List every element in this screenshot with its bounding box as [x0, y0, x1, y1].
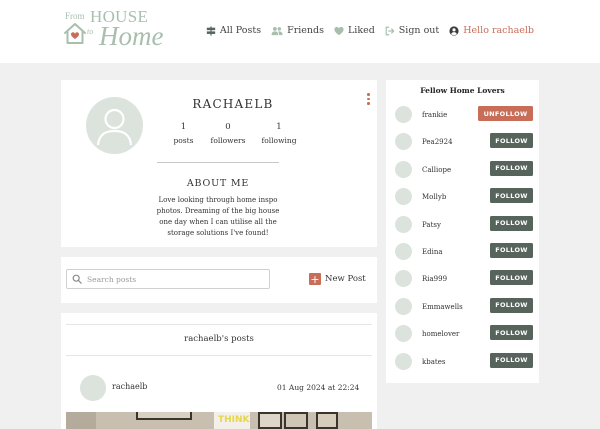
fellow-name[interactable]: Mollyb	[422, 193, 446, 201]
posts-divider-bottom	[66, 355, 372, 356]
follow-button[interactable]: FOLLOW	[490, 215, 533, 231]
follow-button[interactable]: FOLLOW	[490, 297, 533, 313]
post-author-avatar[interactable]	[80, 375, 106, 401]
nav-hello-label: Hello rachaelb	[463, 25, 534, 36]
posts-card: rachaelb's posts rachaelb 01 Aug 2024 at…	[61, 313, 377, 429]
fellow-list: frankie UNFOLLOW Pea2924 FOLLOW Calliope…	[386, 104, 539, 378]
logo-home-text: Home	[99, 21, 164, 51]
logo-from-text: From	[65, 11, 85, 21]
fellow-avatar[interactable]	[395, 352, 412, 370]
plus-icon: +	[309, 272, 321, 286]
fellow-row: kbates FOLLOW	[386, 351, 539, 378]
fellow-name[interactable]: Calliope	[422, 166, 451, 174]
about-me-heading: ABOUT ME	[186, 178, 250, 189]
fellow-name[interactable]: Edina	[422, 248, 443, 256]
nav-hello-user[interactable]: Hello rachaelb	[449, 25, 534, 36]
stat-followers-label: followers	[210, 136, 246, 145]
fellow-home-lovers-card: Fellow Home Lovers frankie UNFOLLOW Pea2…	[386, 80, 539, 383]
sign-out-icon	[385, 26, 395, 35]
follow-button[interactable]: FOLLOW	[490, 352, 533, 368]
post-image-text: THINK	[214, 412, 250, 429]
search-card: + New Post	[61, 257, 377, 303]
nav-friends-label: Friends	[287, 25, 324, 36]
brand-logo[interactable]: From HOUSE to Home	[63, 7, 173, 55]
new-post-button[interactable]: + New Post	[309, 273, 366, 285]
fellow-row: Ria999 FOLLOW	[386, 268, 539, 295]
fellow-row: homelover FOLLOW	[386, 323, 539, 350]
nav-friends[interactable]: Friends	[271, 25, 324, 36]
stat-posts: 1 posts	[167, 122, 200, 145]
nav-liked-label: Liked	[347, 25, 375, 36]
post-author[interactable]: rachaelb	[112, 382, 147, 391]
follow-button[interactable]: FOLLOW	[490, 188, 533, 204]
search-box	[66, 269, 270, 289]
fellow-name[interactable]: homelover	[422, 330, 459, 338]
stat-following[interactable]: 1 following	[256, 122, 302, 145]
follow-button[interactable]: FOLLOW	[490, 133, 533, 149]
kebab-menu-icon[interactable]	[367, 93, 371, 105]
nav-sign-out[interactable]: Sign out	[385, 25, 439, 36]
unfollow-button[interactable]: UNFOLLOW	[478, 106, 533, 121]
fellow-row: Pea2924 FOLLOW	[386, 131, 539, 158]
fellow-row: Edina FOLLOW	[386, 241, 539, 268]
fellow-name[interactable]: Emmawells	[422, 303, 463, 311]
post-image[interactable]: THINK	[66, 412, 372, 429]
profile-username: RACHAELB	[192, 97, 274, 111]
fellow-row: Calliope FOLLOW	[386, 159, 539, 186]
fellow-row: frankie UNFOLLOW	[386, 104, 539, 131]
post-date: 01 Aug 2024 at 22:24	[277, 383, 360, 392]
profile-divider	[157, 162, 279, 163]
follow-button[interactable]: FOLLOW	[490, 160, 533, 176]
fellow-avatar[interactable]	[395, 133, 412, 151]
profile-card: RACHAELB 1 posts 0 followers 1 following…	[61, 80, 377, 247]
nav-liked[interactable]: Liked	[334, 25, 375, 36]
stat-following-label: following	[261, 136, 297, 145]
fellow-name[interactable]: Pea2924	[422, 138, 453, 146]
stat-followers-count: 0	[225, 122, 231, 132]
nav-sign-out-label: Sign out	[398, 25, 440, 36]
posts-divider-top	[66, 324, 372, 325]
follow-button[interactable]: FOLLOW	[490, 270, 533, 286]
fellow-row: Patsy FOLLOW	[386, 214, 539, 241]
fellow-name[interactable]: Patsy	[422, 221, 441, 229]
heart-icon	[334, 26, 344, 35]
fellow-title: Fellow Home Lovers	[420, 86, 505, 95]
nav-all-posts[interactable]: All Posts	[206, 25, 261, 36]
posts-heading: rachaelb's posts	[184, 334, 254, 344]
follow-button[interactable]: FOLLOW	[490, 242, 533, 258]
users-icon	[271, 26, 283, 35]
fellow-avatar[interactable]	[395, 297, 412, 315]
fellow-avatar[interactable]	[395, 242, 412, 260]
signpost-icon	[206, 25, 216, 36]
fellow-avatar[interactable]	[395, 106, 412, 123]
fellow-name[interactable]: Ria999	[422, 275, 447, 283]
fellow-avatar[interactable]	[395, 215, 412, 233]
fellow-row: Emmawells FOLLOW	[386, 296, 539, 323]
follow-button[interactable]: FOLLOW	[490, 325, 533, 341]
nav-all-posts-label: All Posts	[219, 25, 262, 36]
stat-posts-count: 1	[180, 122, 187, 132]
search-input[interactable]	[87, 274, 257, 284]
fellow-avatar[interactable]	[395, 160, 412, 178]
header: From HOUSE to Home All Posts Friends Lik…	[0, 0, 600, 63]
user-circle-icon	[449, 25, 459, 36]
logo-to-text: to	[87, 27, 94, 36]
fellow-avatar[interactable]	[395, 188, 412, 206]
stat-followers[interactable]: 0 followers	[200, 122, 256, 145]
fellow-avatar[interactable]	[395, 270, 412, 288]
stat-posts-label: posts	[173, 136, 194, 145]
fellow-row: Mollyb FOLLOW	[386, 186, 539, 213]
fellow-name[interactable]: frankie	[422, 111, 447, 119]
new-post-label: New Post	[325, 274, 366, 284]
fellow-avatar[interactable]	[395, 325, 412, 343]
about-me-text: Love looking through home inspo photos. …	[156, 196, 280, 237]
house-heart-icon	[64, 23, 86, 44]
profile-stats: 1 posts 0 followers 1 following	[167, 122, 302, 145]
main-nav: All Posts Friends Liked Sign out Hello r…	[206, 25, 534, 36]
profile-avatar[interactable]	[86, 97, 143, 154]
stat-following-count: 1	[276, 122, 282, 132]
fellow-name[interactable]: kbates	[422, 358, 445, 366]
search-icon	[72, 274, 82, 284]
user-placeholder-icon	[96, 108, 133, 146]
